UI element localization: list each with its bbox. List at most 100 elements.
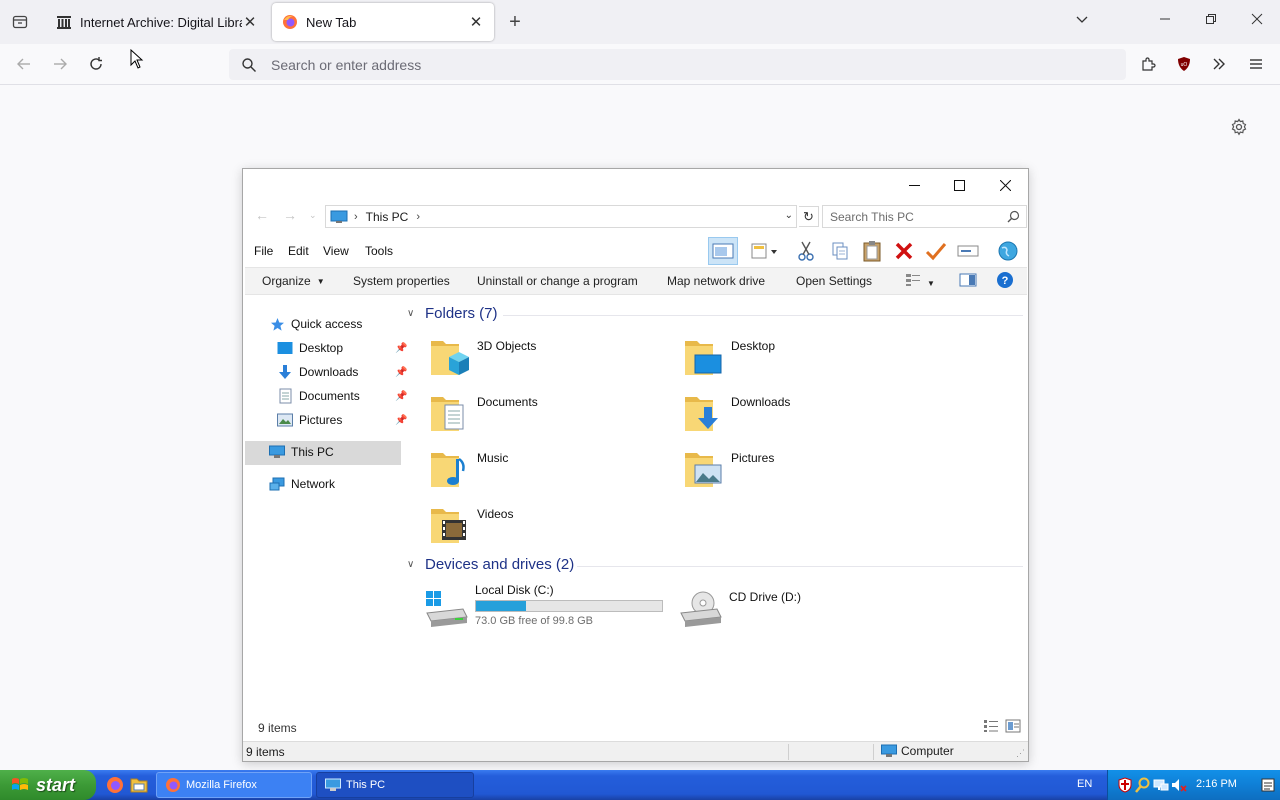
url-input[interactable] xyxy=(271,56,971,73)
taskbar-button-firefox[interactable]: Mozilla Firefox xyxy=(156,772,312,798)
nav-quick-access[interactable]: Quick access xyxy=(269,313,362,335)
menu-edit[interactable]: Edit xyxy=(288,244,309,258)
tab-internet-archive[interactable]: Internet Archive: Digital Library ✕ xyxy=(46,3,268,41)
nav-pictures[interactable]: Pictures 📌 xyxy=(277,409,407,431)
magnifier-tray-icon[interactable] xyxy=(1135,777,1151,793)
view-options-icon xyxy=(906,274,920,286)
recent-locations-icon[interactable]: ⌄ xyxy=(309,210,317,221)
content-pane: ∨ Folders (7) 3D Objects Desktop Documen… xyxy=(407,303,1027,723)
computer-icon xyxy=(325,778,341,791)
security-shield-icon[interactable] xyxy=(1117,777,1133,793)
firefox-view-button[interactable] xyxy=(8,10,32,34)
extensions-button[interactable] xyxy=(1136,52,1160,76)
folder-desktop[interactable]: Desktop xyxy=(683,335,923,383)
close-tab-icon[interactable]: ✕ xyxy=(468,13,484,31)
delete-button[interactable] xyxy=(889,237,919,265)
details-view-icon[interactable] xyxy=(983,719,999,733)
tiles-view-icon[interactable] xyxy=(1005,719,1021,733)
drive-cd-d[interactable]: CD Drive (D:) xyxy=(679,583,879,633)
folder-downloads[interactable]: Downloads xyxy=(683,391,923,439)
star-icon xyxy=(269,316,285,332)
explorer-quicklaunch-icon[interactable] xyxy=(130,776,148,794)
preview-pane-toggle[interactable] xyxy=(708,237,738,265)
url-bar[interactable] xyxy=(229,49,1126,80)
folder-videos[interactable]: Videos xyxy=(429,503,669,551)
drive-free-space: 73.0 GB free of 99.8 GB xyxy=(475,615,594,627)
folders-group-header[interactable]: ∨ Folders (7) xyxy=(407,305,498,322)
nav-this-pc[interactable]: This PC xyxy=(269,441,334,463)
menu-view[interactable]: View xyxy=(323,244,349,258)
windows-flag-icon xyxy=(12,778,28,790)
ublock-origin-button[interactable]: uO xyxy=(1172,52,1196,76)
open-settings-button[interactable]: Open Settings xyxy=(796,274,872,288)
rename-button[interactable] xyxy=(953,237,983,265)
devices-group-header[interactable]: ∨ Devices and drives (2) xyxy=(407,556,574,573)
paste-button[interactable] xyxy=(857,237,887,265)
new-item-button[interactable] xyxy=(746,237,782,265)
volume-muted-icon[interactable] xyxy=(1171,777,1187,793)
download-arrow-icon xyxy=(277,364,293,380)
address-bar[interactable]: › This PC › ⌄ xyxy=(325,205,797,228)
explorer-forward-icon[interactable]: → xyxy=(283,207,297,223)
close-tab-icon[interactable]: ✕ xyxy=(242,13,258,31)
breadcrumb-separator-icon[interactable]: › xyxy=(416,211,420,223)
drive-usage-bar xyxy=(475,600,663,612)
cd-drive-icon xyxy=(680,591,722,627)
start-button[interactable]: start xyxy=(0,770,96,800)
drive-local-disk-c[interactable]: Local Disk (C:) 73.0 GB free of 99.8 GB xyxy=(425,583,665,633)
menu-file[interactable]: File xyxy=(254,244,273,258)
copy-button[interactable] xyxy=(825,237,855,265)
menu-tools[interactable]: Tools xyxy=(365,244,393,258)
close-window-button[interactable] xyxy=(1247,12,1267,28)
taskbar-button-this-pc[interactable]: This PC xyxy=(316,772,474,798)
explorer-minimize-button[interactable] xyxy=(899,175,929,195)
explorer-title-bar xyxy=(243,169,1028,201)
language-indicator[interactable]: EN xyxy=(1077,778,1092,790)
minimize-button[interactable] xyxy=(1155,12,1175,28)
command-bar: Organize ▼ System properties Uninstall or… xyxy=(245,267,1027,295)
folder-documents[interactable]: Documents xyxy=(429,391,669,439)
nav-downloads[interactable]: Downloads 📌 xyxy=(277,361,407,383)
folder-pictures[interactable]: Pictures xyxy=(683,447,923,495)
nav-network[interactable]: Network xyxy=(269,473,335,495)
overflow-menu-button[interactable] xyxy=(1207,52,1231,76)
resize-grip-icon[interactable]: ⋰ xyxy=(1016,748,1025,759)
refresh-button[interactable]: ↻ xyxy=(799,206,819,227)
uninstall-program-button[interactable]: Uninstall or change a program xyxy=(477,274,638,288)
list-all-tabs-icon[interactable] xyxy=(1072,12,1092,29)
new-tab-settings-button[interactable] xyxy=(1228,116,1250,138)
organize-button[interactable]: Organize ▼ xyxy=(262,274,325,288)
preview-pane-icon xyxy=(959,273,977,287)
app-menu-button[interactable] xyxy=(1244,52,1268,76)
nav-desktop[interactable]: Desktop 📌 xyxy=(277,337,407,359)
system-properties-button[interactable]: System properties xyxy=(353,274,450,288)
folder-music[interactable]: Music xyxy=(429,447,669,495)
address-dropdown-icon[interactable]: ⌄ xyxy=(785,210,793,221)
back-button[interactable] xyxy=(12,52,36,76)
restore-button[interactable] xyxy=(1201,12,1221,28)
cut-button[interactable] xyxy=(791,237,821,265)
preview-pane-button[interactable] xyxy=(959,273,977,290)
reload-button[interactable] xyxy=(84,52,108,76)
forward-button[interactable] xyxy=(48,52,72,76)
explorer-back-icon[interactable]: ← xyxy=(255,207,269,223)
explorer-close-button[interactable] xyxy=(990,175,1020,195)
folder-3d-objects[interactable]: 3D Objects xyxy=(429,335,669,383)
tab-new-tab[interactable]: New Tab ✕ xyxy=(272,3,494,41)
globe-button[interactable] xyxy=(993,237,1023,265)
clock[interactable]: 2:16 PM xyxy=(1196,778,1237,790)
map-network-drive-button[interactable]: Map network drive xyxy=(667,274,765,288)
explorer-search-box[interactable] xyxy=(822,205,1027,228)
explorer-maximize-button[interactable] xyxy=(944,175,974,195)
notification-icon[interactable] xyxy=(1260,777,1276,793)
explorer-search-input[interactable] xyxy=(830,209,1000,224)
new-tab-button[interactable]: + xyxy=(504,11,526,33)
picture-icon xyxy=(277,412,293,428)
network-tray-icon[interactable] xyxy=(1153,777,1169,793)
breadcrumb-this-pc[interactable]: This PC xyxy=(366,210,409,224)
properties-button[interactable] xyxy=(921,237,951,265)
firefox-quicklaunch-icon[interactable] xyxy=(106,776,124,794)
help-button[interactable]: ? xyxy=(996,271,1014,292)
nav-documents[interactable]: Documents 📌 xyxy=(277,385,407,407)
change-view-button[interactable]: ▼ xyxy=(905,273,935,290)
